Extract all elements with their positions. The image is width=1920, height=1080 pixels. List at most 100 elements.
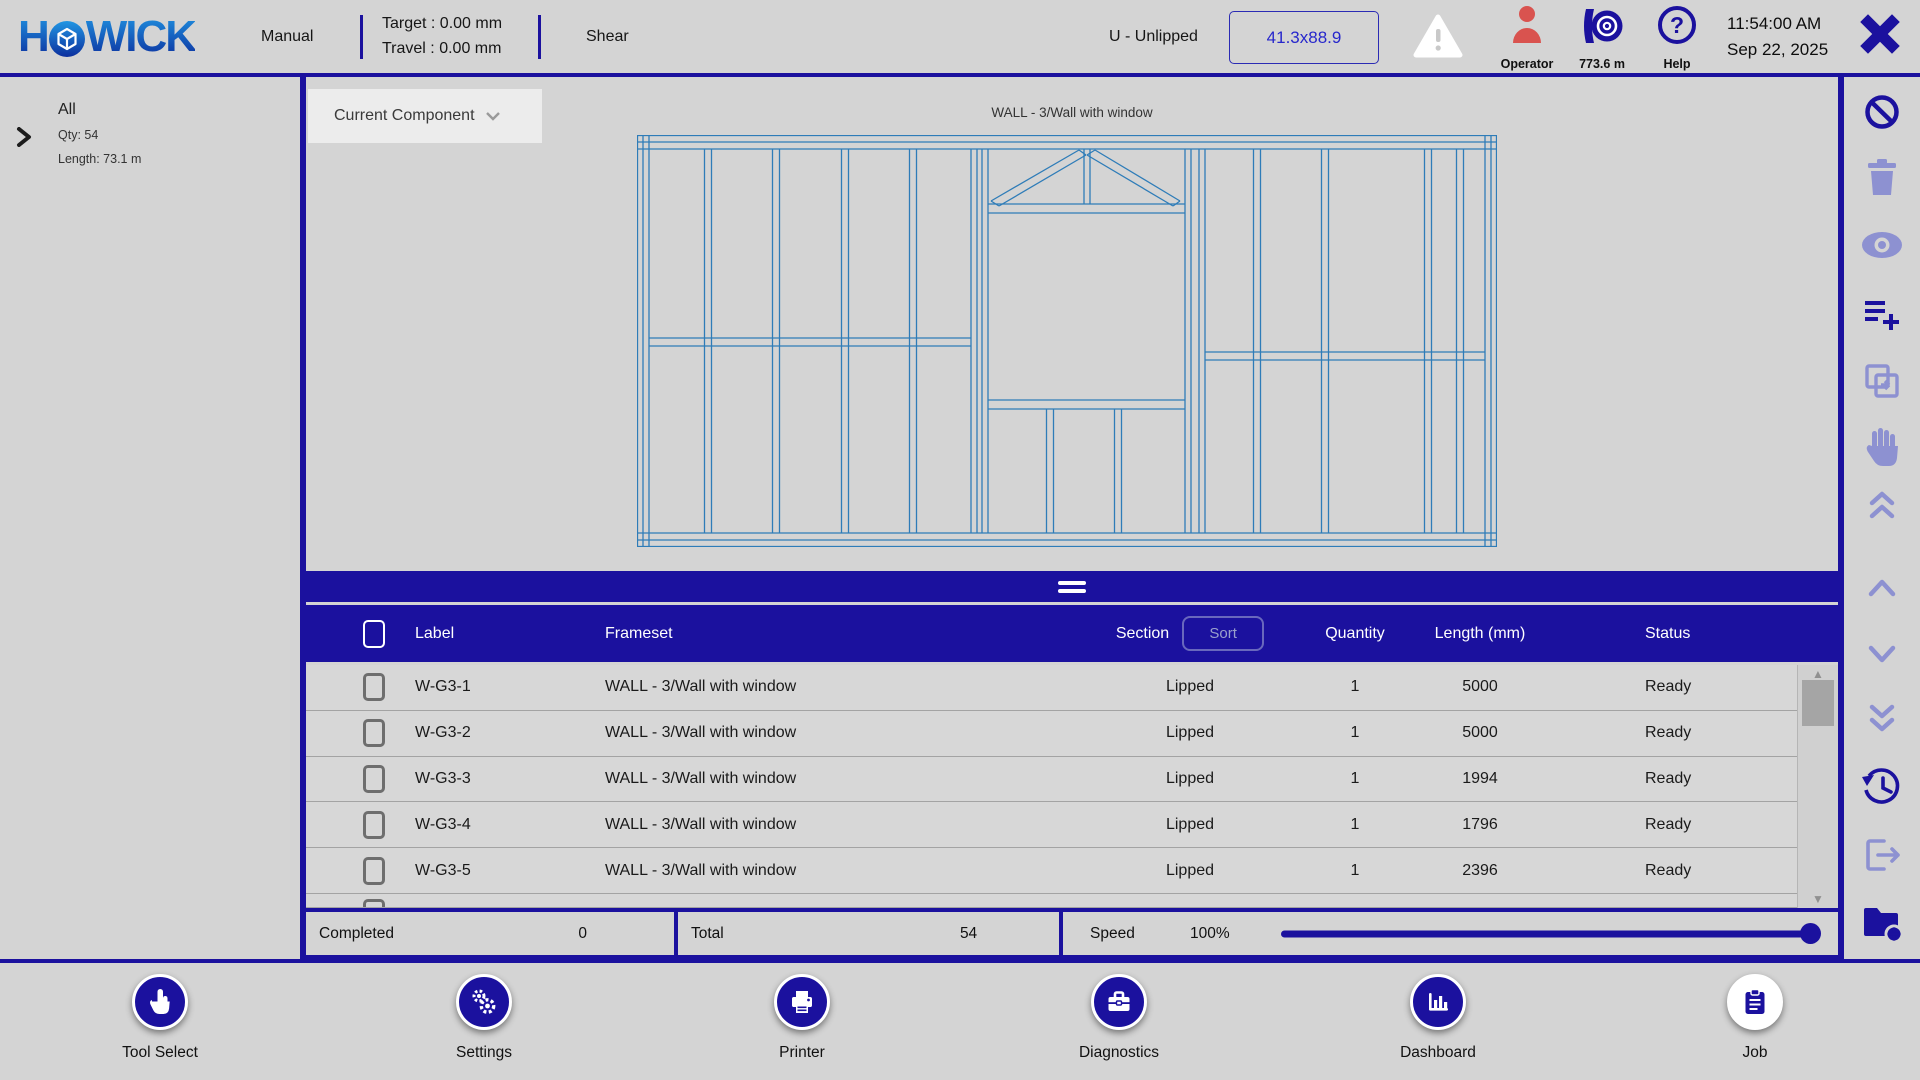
speed-slider[interactable] (1281, 923, 1821, 944)
total-label: Total (691, 924, 724, 942)
add-to-list-icon[interactable] (1863, 298, 1901, 332)
cell-length: 1994 (1462, 769, 1498, 787)
dimension-box[interactable]: 41.3x88.9 (1229, 11, 1379, 64)
coil-button[interactable]: 773.6 m (1564, 5, 1640, 71)
wall-frame-drawing (637, 135, 1497, 547)
logo-cube-icon (48, 20, 85, 57)
warning-icon[interactable] (1413, 14, 1463, 58)
gears-icon (472, 989, 496, 1014)
double-chevron-up-icon[interactable] (1863, 486, 1901, 524)
mode-indicator[interactable]: Manual (261, 0, 313, 73)
row-checkbox[interactable] (363, 673, 385, 702)
double-chevron-down-icon[interactable] (1863, 699, 1901, 737)
pan-hand-icon[interactable] (1863, 427, 1901, 467)
cell-length: 5000 (1462, 678, 1498, 696)
view-icon[interactable] (1860, 230, 1904, 260)
cell-label: W-G3-1 (415, 678, 471, 696)
cell-label: W-G3-4 (415, 815, 471, 833)
col-section: Section (1115, 624, 1170, 642)
panel-resize-handle[interactable] (306, 571, 1838, 602)
chevron-up-icon[interactable] (1863, 576, 1901, 600)
tool-indicator[interactable]: Shear (586, 0, 629, 73)
nav-job[interactable]: Job (1675, 963, 1835, 1062)
scroll-up-icon[interactable]: ▲ (1798, 667, 1838, 681)
clock-time: 11:54:00 AM (1727, 14, 1822, 33)
nav-tool-select[interactable]: Tool Select (80, 963, 240, 1062)
frameset-group-all[interactable]: All Qty: 54 Length: 73.1 m (0, 87, 300, 177)
export-icon[interactable] (1862, 837, 1902, 873)
travel-value: Travel : 0.00 mm (382, 40, 502, 57)
col-frameset: Frameset (605, 624, 673, 642)
nav-diagnostics[interactable]: Diagnostics (1039, 963, 1199, 1062)
clipboard-icon (1745, 988, 1765, 1014)
col-status: Status (1645, 624, 1691, 642)
history-icon[interactable] (1861, 767, 1903, 807)
cell-status: Ready (1645, 678, 1692, 696)
nav-label: Dashboard (1400, 1044, 1476, 1061)
table-row[interactable]: W-G3-1 WALL - 3/Wall with window Lipped … (306, 665, 1838, 711)
row-checkbox[interactable] (363, 764, 385, 793)
block-icon[interactable] (1862, 92, 1902, 132)
table-row[interactable]: W-G3-4 WALL - 3/Wall with window Lipped … (306, 802, 1838, 849)
frameset-list-panel: All Qty: 54 Length: 73.1 m (0, 77, 300, 963)
row-checkbox[interactable] (363, 810, 385, 839)
col-quantity: Quantity (1325, 624, 1385, 642)
row-checkbox[interactable] (363, 719, 385, 748)
sort-button[interactable]: Sort (1182, 616, 1265, 651)
cell-label: W-G3-2 (415, 724, 471, 742)
nav-printer[interactable]: Printer (722, 963, 882, 1062)
drawing-title: WALL - 3/Wall with window (991, 105, 1153, 120)
job-table-header: Label Frameset Section Sort Quantity Len… (306, 605, 1838, 662)
row-checkbox[interactable] (363, 898, 385, 907)
logo-text-h: H (18, 11, 50, 61)
top-bar: H WICK Manual Target : 0.00 mm Travel : … (0, 0, 1920, 77)
cell-frameset: WALL - 3/Wall with window (605, 769, 797, 787)
total-cell: Total 54 (678, 912, 1063, 955)
help-button[interactable]: ? Help (1639, 5, 1715, 71)
cell-frameset: WALL - 3/Wall with window (605, 815, 797, 833)
table-row[interactable]: W-G3-3 WALL - 3/Wall with window Lipped … (306, 756, 1838, 803)
datetime: 11:54:00 AM Sep 22, 2025 (1727, 11, 1828, 63)
nav-settings[interactable]: Settings (404, 963, 564, 1062)
add-folder-icon[interactable] (1861, 904, 1904, 944)
delete-icon[interactable] (1864, 158, 1900, 196)
cell-quantity: 1 (1350, 769, 1360, 787)
nav-label: Settings (455, 1044, 512, 1061)
speed-slider-thumb[interactable] (1800, 923, 1821, 944)
table-scrollbar[interactable]: ▲ ▼ (1797, 665, 1838, 908)
row-checkbox[interactable] (363, 856, 385, 885)
table-row[interactable]: W-G3-5 WALL - 3/Wall with window Lipped … (306, 848, 1838, 894)
select-all-checkbox[interactable] (363, 619, 385, 648)
operator-button[interactable]: Operator (1489, 5, 1565, 71)
bottom-navigation: Tool Select Settings Printer Diagnostics… (0, 959, 1920, 1080)
printer-icon (792, 991, 812, 1013)
clock-date: Sep 22, 2025 (1727, 40, 1829, 59)
cell-status: Ready (1645, 724, 1692, 742)
right-toolbar (1844, 77, 1920, 959)
scrollbar-thumb[interactable] (1802, 680, 1834, 726)
cell-status: Ready (1645, 769, 1692, 787)
table-row[interactable]: W-G3-2 WALL - 3/Wall with window Lipped … (306, 710, 1838, 757)
cell-status: Ready (1645, 815, 1692, 833)
profile-indicator: U - Unlipped (1109, 27, 1198, 45)
logo-text-wick: WICK (85, 11, 197, 61)
cell-frameset: WALL - 3/Wall with window (605, 861, 797, 879)
cell-section: Lipped (1165, 678, 1215, 696)
chevron-right-icon (17, 127, 31, 147)
help-icon: ? (1658, 6, 1696, 44)
close-icon[interactable] (1860, 14, 1900, 54)
chevron-down-icon[interactable] (1863, 642, 1901, 666)
scroll-down-icon[interactable]: ▼ (1798, 892, 1838, 906)
duplicate-icon[interactable] (1862, 361, 1902, 401)
howick-logo: H WICK (18, 0, 197, 73)
col-length: Length (mm) (1434, 624, 1526, 642)
job-table-body: W-G3-1 WALL - 3/Wall with window Lipped … (306, 665, 1838, 908)
pointer-icon (150, 989, 170, 1014)
speed-label: Speed (1090, 924, 1135, 942)
table-row-partial[interactable] (306, 893, 1838, 908)
nav-label: Job (1742, 1044, 1768, 1061)
nav-dashboard[interactable]: Dashboard (1358, 963, 1518, 1062)
cell-quantity: 1 (1350, 724, 1360, 742)
cell-frameset: WALL - 3/Wall with window (605, 724, 797, 742)
divider (538, 15, 541, 59)
